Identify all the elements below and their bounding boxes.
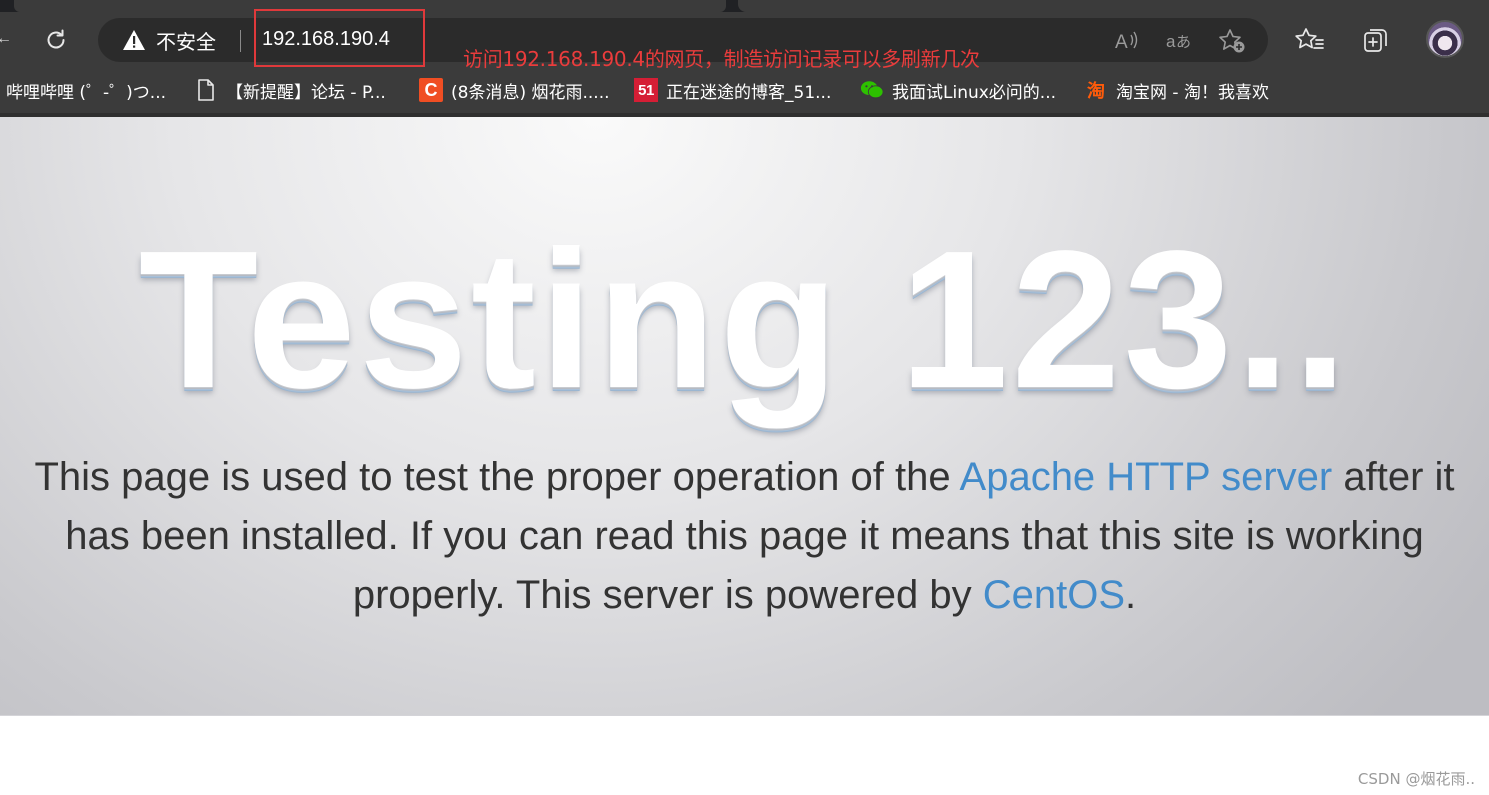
translate-icon: a あ xyxy=(1166,32,1191,51)
read-aloud-icon: A xyxy=(1115,31,1138,53)
favorites-button[interactable] xyxy=(1294,24,1326,56)
avatar[interactable] xyxy=(1426,20,1464,58)
security-label: 不安全 xyxy=(156,29,216,54)
svg-text:あ: あ xyxy=(1176,33,1191,51)
bookmark-item[interactable]: 我面试Linux必问的... xyxy=(860,78,1057,103)
site-security-indicator[interactable]: 不安全 xyxy=(122,28,216,54)
collections-icon xyxy=(1364,29,1387,52)
bookmark-item[interactable]: 哔哩哔哩 (゜-゜)つ... xyxy=(6,78,167,103)
description-text: This page is used to test the proper ope… xyxy=(34,455,960,499)
read-aloud-button[interactable]: A xyxy=(1112,28,1140,54)
51cto-icon: 51 xyxy=(634,78,658,102)
bookmark-label: 正在迷途的博客_51... xyxy=(666,82,832,103)
bookmark-label: 淘宝网 - 淘！我喜欢 xyxy=(1116,82,1269,103)
hero-section: Testing 123.. This page is used to test … xyxy=(0,117,1489,716)
bookmark-item[interactable]: 【新提醒】论坛 - P... xyxy=(194,78,386,103)
bookmark-label: (8条消息) 烟花雨..... xyxy=(451,82,610,103)
bookmark-item[interactable]: C (8条消息) 烟花雨..... xyxy=(419,78,610,103)
annotation-box xyxy=(254,9,425,67)
add-favorite-button[interactable] xyxy=(1218,28,1246,54)
bookmark-label: 我面试Linux必问的... xyxy=(892,82,1057,103)
apache-link[interactable]: Apache HTTP server xyxy=(960,455,1333,499)
centos-link[interactable]: CentOS xyxy=(983,573,1125,617)
watermark: CSDN @烟花雨.. xyxy=(1357,770,1475,788)
page-title: Testing 123.. xyxy=(138,210,1351,429)
favorites-icon xyxy=(1295,28,1324,49)
svg-text:A: A xyxy=(1115,32,1128,53)
bookmark-label: 【新提醒】论坛 - P... xyxy=(226,82,386,103)
bookmark-item[interactable]: 淘 淘宝网 - 淘！我喜欢 xyxy=(1084,78,1269,103)
bookmark-label: 哔哩哔哩 (゜-゜)つ... xyxy=(6,82,167,103)
reload-button[interactable] xyxy=(40,24,72,56)
add-favorite-icon xyxy=(1219,29,1245,53)
taobao-icon: 淘 xyxy=(1087,81,1105,102)
csdn-icon: C xyxy=(419,78,443,102)
svg-text:a: a xyxy=(1166,32,1176,51)
description-text: . xyxy=(1125,573,1137,617)
collections-button[interactable] xyxy=(1360,24,1392,56)
reload-icon xyxy=(47,29,65,49)
annotation-note: 访问192.168.190.4的网页，制造访问记录可以多刷新几次 xyxy=(463,47,980,71)
tab-strip xyxy=(0,0,1489,12)
address-divider xyxy=(240,30,241,52)
back-arrow-icon[interactable]: ← xyxy=(0,30,12,48)
page-description: This page is used to test the proper ope… xyxy=(20,448,1469,625)
warning-icon xyxy=(123,30,145,50)
wechat-icon xyxy=(860,78,884,102)
page-icon xyxy=(194,78,218,102)
bookmarks-bar: 哔哩哔哩 (゜-゜)つ... 【新提醒】论坛 - P... C (8条消息) 烟… xyxy=(0,68,1489,113)
bookmark-item[interactable]: 51 正在迷途的博客_51... xyxy=(634,78,832,103)
browser-tab[interactable] xyxy=(738,0,1489,12)
translate-button[interactable]: a あ xyxy=(1165,28,1193,54)
